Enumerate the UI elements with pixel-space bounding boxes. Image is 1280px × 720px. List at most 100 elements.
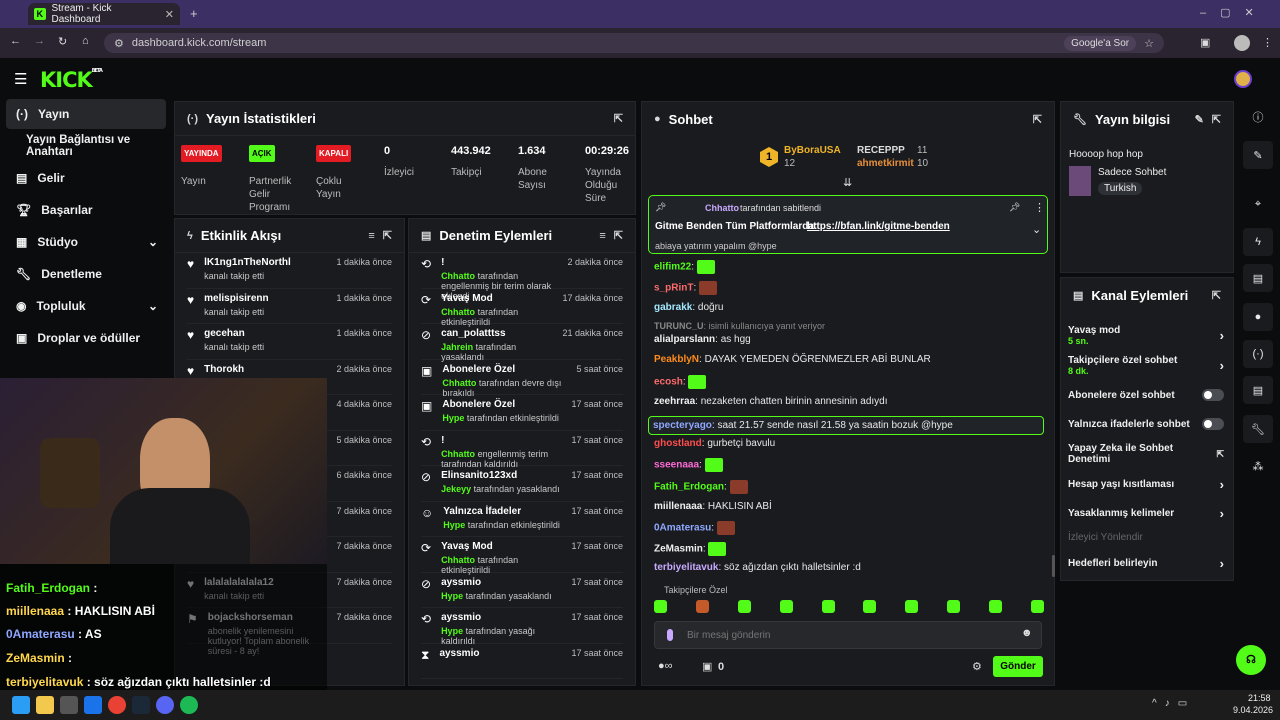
- community-icon[interactable]: ⁂: [1243, 452, 1273, 480]
- filter-icon[interactable]: ≡: [368, 230, 374, 242]
- gift-icon[interactable]: ▣: [702, 660, 712, 673]
- lightning-icon[interactable]: ϟ: [1243, 228, 1273, 256]
- emote-icon[interactable]: [737, 600, 751, 613]
- moderation-row[interactable]: ⟳ Yavaş Mod Chhatto tarafından etkinleşt…: [421, 289, 623, 327]
- unpin-icon[interactable]: 📌︎: [1009, 202, 1020, 213]
- chat-message[interactable]: TURUNC_U: isimli kullanıcıya yanıt veriy…: [654, 321, 825, 331]
- emote-icon[interactable]: [947, 600, 961, 613]
- sidebar-item-denetleme[interactable]: 🔧︎ Denetleme: [6, 259, 166, 289]
- emote-icon[interactable]: [905, 600, 919, 613]
- moderation-row[interactable]: ⊘ ayssmio Hype tarafından yasaklandı 17 …: [421, 573, 623, 608]
- expand-pinned-icon[interactable]: ⌄: [1032, 223, 1041, 236]
- chat-message[interactable]: alialparslann: as hgg: [654, 334, 751, 345]
- chat-bubble-icon[interactable]: ●: [1243, 303, 1273, 331]
- popout-icon[interactable]: ⇱: [614, 112, 623, 125]
- chat-username[interactable]: zeehrraa: [654, 396, 695, 407]
- chat-message[interactable]: Fatih_Erdogan:: [654, 480, 748, 494]
- sidebar-item-droplar[interactable]: ▣ Droplar ve ödüller: [6, 323, 166, 353]
- chat-message[interactable]: ecosh:: [654, 375, 707, 389]
- sidebar-item-gelir[interactable]: ▤ Gelir: [6, 163, 166, 193]
- moderator-name[interactable]: Chhatto: [441, 271, 475, 281]
- moderator-name[interactable]: Hype: [441, 591, 463, 601]
- sidebar-item-studyo[interactable]: ▦ Stüdyo ⌄: [6, 227, 166, 257]
- gifter-2-name[interactable]: ahmetkirmit: [857, 158, 914, 169]
- pinned-link[interactable]: https://bfan.link/gitme-benden: [807, 221, 950, 232]
- chat-username[interactable]: ghostland: [654, 438, 702, 449]
- chat-username[interactable]: ecosh: [654, 377, 683, 388]
- popout-icon[interactable]: ⇱: [383, 229, 392, 242]
- chat-username[interactable]: terbiyelitavuk: [654, 562, 718, 573]
- chrome-icon[interactable]: [108, 696, 126, 714]
- user-avatar[interactable]: [1234, 70, 1252, 88]
- chat-settings-icon[interactable]: ⚙: [972, 660, 982, 673]
- chat-message[interactable]: ZeMasmin:: [654, 542, 727, 556]
- chat-username[interactable]: sseenaaa: [654, 460, 699, 471]
- moderation-row[interactable]: ⟲ ! Chhatto tarafından engellenmiş bir t…: [421, 253, 623, 301]
- channel-action[interactable]: Takipçilere özel sohbet 8 dk. ›: [1068, 355, 1224, 376]
- channel-action[interactable]: Yalnızca ifadelerle sohbet: [1068, 418, 1224, 430]
- chat-username[interactable]: 0Amaterasu: [654, 523, 711, 534]
- points-icon[interactable]: ●∞: [658, 660, 673, 672]
- system-tray[interactable]: ^♪▭: [1152, 698, 1195, 709]
- popout-icon[interactable]: ⇱: [1212, 113, 1221, 126]
- reload-icon[interactable]: ↻: [58, 35, 67, 48]
- emote-icon[interactable]: [821, 600, 835, 613]
- close-icon[interactable]: ✕: [165, 8, 174, 21]
- activity-user[interactable]: gecehan: [204, 328, 326, 339]
- google-ask-pill[interactable]: Google'a Sor: [1064, 35, 1137, 51]
- emote-icon[interactable]: [989, 600, 1002, 613]
- channel-action[interactable]: Yapay Zeka ile Sohbet Denetimi ⇱: [1068, 443, 1224, 465]
- moderation-row[interactable]: ⟲ ayssmio Hype tarafından yasağı kaldırı…: [421, 608, 623, 646]
- chat-message[interactable]: PeakblyN: DAYAK YEMEDEN ÖĞRENMEZLER ABİ …: [654, 354, 931, 365]
- chat-username[interactable]: ZeMasmin: [654, 544, 703, 555]
- moderation-row[interactable]: ⧗ ayssmio 17 saat önce: [421, 644, 623, 679]
- home-icon[interactable]: ⌂: [82, 35, 89, 47]
- moderation-row[interactable]: ☺ Yalnızca İfadeler Hype tarafından etki…: [421, 502, 623, 537]
- moderation-row[interactable]: ⊘ can_polatttss Jahrein tarafından yasak…: [421, 324, 623, 362]
- chat-username[interactable]: specteryago: [653, 420, 712, 431]
- channel-action[interactable]: Hesap yaşı kısıtlaması ›: [1068, 477, 1224, 492]
- channel-action[interactable]: Abonelere özel sohbet: [1068, 389, 1224, 401]
- spotify-icon[interactable]: [180, 696, 198, 714]
- pinned-message[interactable]: 📌︎ Chhatto tarafından sabitlendi 📌︎ ⋮ Gi…: [648, 195, 1048, 254]
- edit-icon[interactable]: ✎: [1195, 113, 1204, 126]
- outlook-icon[interactable]: [84, 696, 102, 714]
- activity-user[interactable]: lK1ng1nTheNorthl: [204, 257, 326, 268]
- broadcast-icon[interactable]: (·): [1243, 340, 1273, 368]
- mic-icon[interactable]: [667, 629, 673, 641]
- leader-name[interactable]: ByBoraUSA: [784, 145, 841, 156]
- chat-username[interactable]: miillenaaa: [654, 501, 702, 512]
- moderation-row[interactable]: ⟳ Yavaş Mod Chhatto tarafından etkinleşt…: [421, 537, 623, 575]
- hamburger-icon[interactable]: ☰: [14, 70, 27, 88]
- channel-action[interactable]: Yasaklanmış kelimeler ›: [1068, 506, 1224, 521]
- moderator-name[interactable]: Chhatto: [441, 307, 475, 317]
- browser-tab[interactable]: K Stream - Kick Dashboard ✕: [28, 3, 180, 25]
- chat-message[interactable]: gabrakk: doğru: [654, 302, 724, 313]
- chat-message[interactable]: terbiyelitavuk: söz ağızdan çıktı hallet…: [654, 562, 861, 573]
- category-name[interactable]: Sadece Sohbet: [1098, 167, 1166, 178]
- window-controls[interactable]: –▢✕: [1200, 6, 1268, 19]
- moderator-name[interactable]: Hype: [443, 520, 465, 530]
- chat-username[interactable]: PeakblyN: [654, 354, 699, 365]
- emote-icon[interactable]: [1030, 600, 1044, 613]
- emote-icon[interactable]: [654, 600, 667, 613]
- emote-icon[interactable]: [863, 600, 877, 613]
- chat-message[interactable]: specteryago: saat 21.57 sende nasıl 21.5…: [648, 416, 1044, 435]
- kick-logo[interactable]: KICKBETA: [40, 68, 103, 92]
- chat-message[interactable]: miillenaaa: HAKLISIN ABİ: [654, 501, 772, 512]
- chat-message[interactable]: s_pRinT:: [654, 281, 718, 295]
- sidebar-item-basarilar[interactable]: 🏆︎ Başarılar: [6, 195, 166, 225]
- chat-scrollbar[interactable]: [1052, 555, 1055, 577]
- clock-date[interactable]: 9.04.2026: [1233, 705, 1273, 715]
- clock-time[interactable]: 21:58: [1248, 693, 1271, 703]
- sidebar-item-topluluk[interactable]: ◉ Topluluk ⌄: [6, 291, 166, 321]
- chat-message[interactable]: 0Amaterasu:: [654, 521, 735, 535]
- windows-start-icon[interactable]: [12, 696, 30, 714]
- emote-icon[interactable]: [695, 600, 709, 613]
- channel-action[interactable]: Hedefleri belirleyin ›: [1068, 556, 1224, 571]
- moderator-name[interactable]: Hype: [442, 413, 464, 423]
- chat-input[interactable]: ☻: [654, 621, 1042, 649]
- info-icon[interactable]: ⓘ: [1243, 103, 1273, 131]
- activity-user[interactable]: Thorokh: [204, 364, 326, 375]
- chat-username[interactable]: TURUNC_U: [654, 321, 704, 331]
